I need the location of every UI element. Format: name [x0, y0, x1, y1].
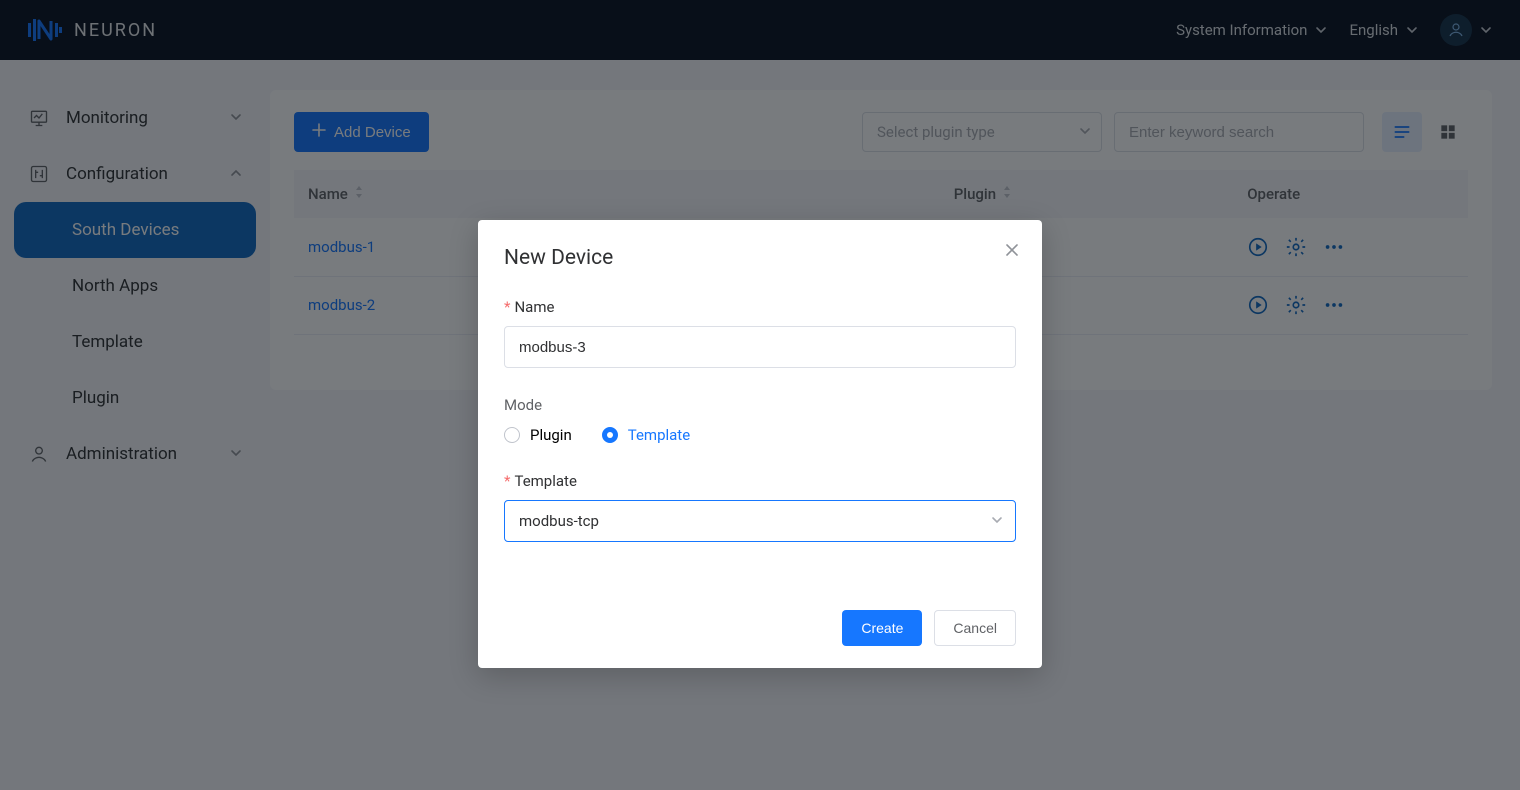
modal-overlay[interactable]: New Device * Name Mode Plugin T [0, 0, 1520, 790]
new-device-modal: New Device * Name Mode Plugin T [478, 220, 1042, 668]
create-button[interactable]: Create [842, 610, 922, 646]
template-label: Template [514, 472, 576, 490]
mode-template-label: Template [628, 426, 690, 444]
modal-close-button[interactable] [1004, 242, 1020, 262]
template-value: modbus-tcp [519, 512, 599, 530]
template-field: * Template modbus-tcp [504, 472, 1016, 542]
mode-field: Mode Plugin Template [504, 396, 1016, 444]
modal-footer: Create Cancel [504, 610, 1016, 646]
mode-template-radio[interactable]: Template [602, 426, 690, 444]
required-asterisk: * [504, 472, 510, 490]
close-icon [1004, 243, 1020, 262]
name-input[interactable] [504, 326, 1016, 368]
modal-title: New Device [504, 246, 1016, 270]
required-asterisk: * [504, 298, 510, 316]
cancel-label: Cancel [953, 620, 997, 636]
mode-plugin-radio[interactable]: Plugin [504, 426, 572, 444]
mode-label: Mode [504, 396, 1016, 414]
radio-icon [504, 427, 520, 443]
create-label: Create [861, 620, 903, 636]
chevron-down-icon [991, 512, 1003, 530]
name-field: * Name [504, 298, 1016, 368]
template-select[interactable]: modbus-tcp [504, 500, 1016, 542]
mode-plugin-label: Plugin [530, 426, 572, 444]
radio-icon [602, 427, 618, 443]
cancel-button[interactable]: Cancel [934, 610, 1016, 646]
name-label: Name [514, 298, 554, 316]
